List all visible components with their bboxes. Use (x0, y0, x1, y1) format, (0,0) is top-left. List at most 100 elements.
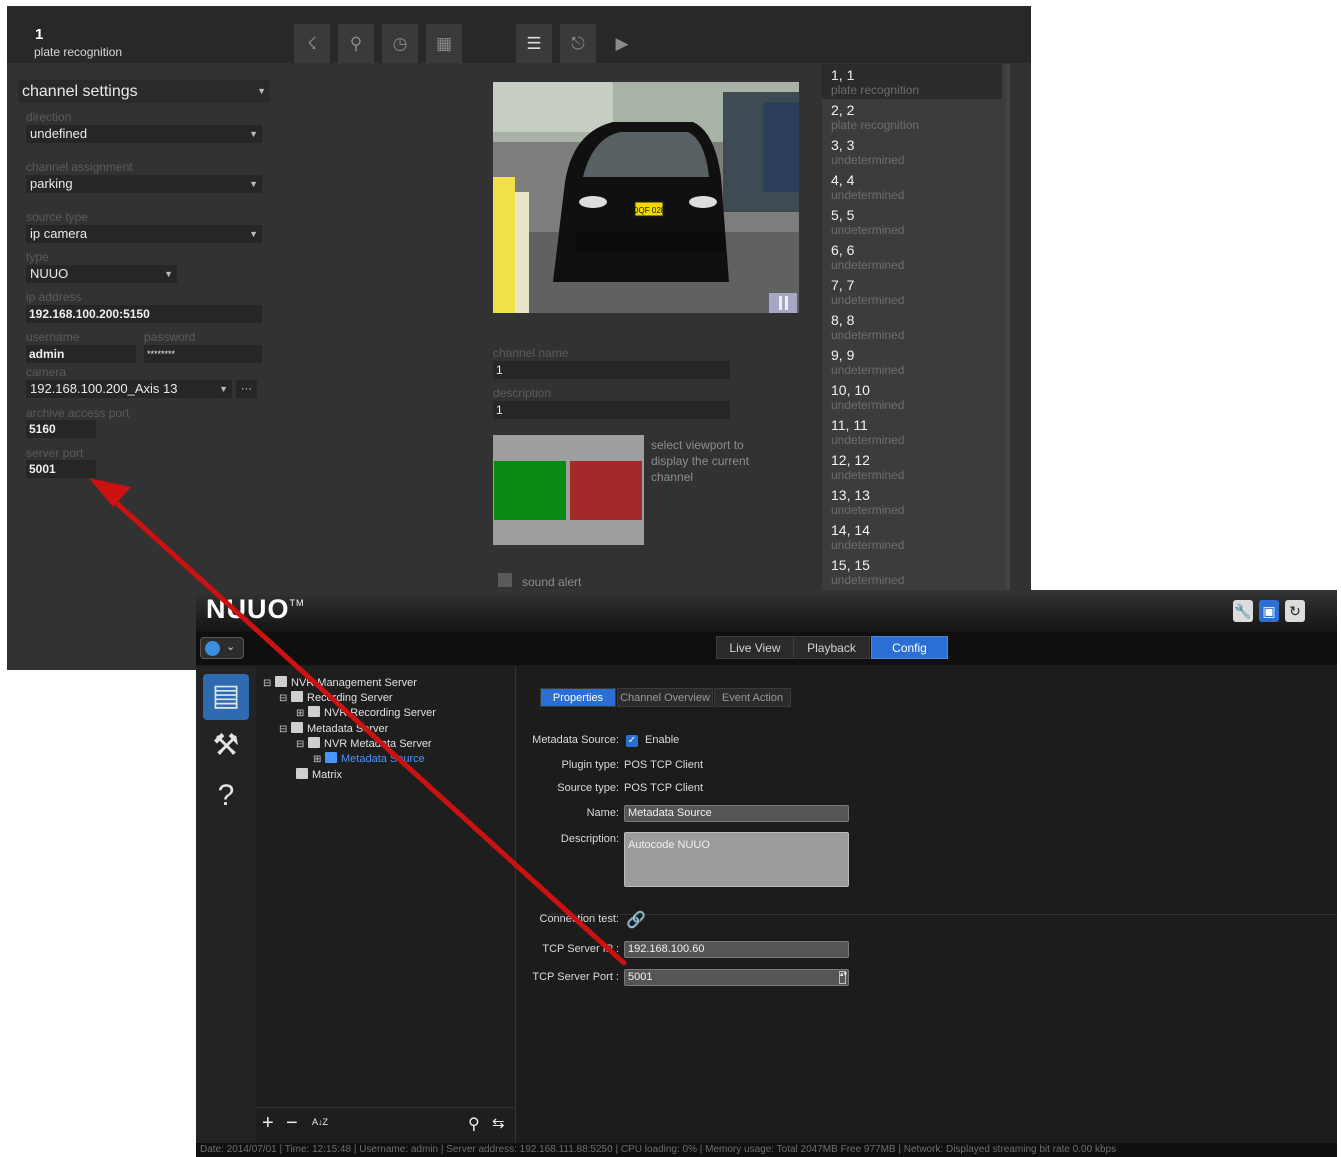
refresh-icon[interactable]: ↻ (1285, 600, 1305, 622)
search-icon[interactable]: ⚲ (468, 1114, 480, 1134)
channel-item-status: undetermined (831, 538, 905, 552)
help-icon[interactable]: ? (203, 774, 249, 820)
user-icon[interactable]: ☇ (294, 24, 330, 63)
channel-list-item[interactable]: 5, 5 undetermined (822, 204, 1002, 239)
ip-address-input[interactable]: 192.168.100.200:5150 (26, 305, 262, 323)
tcp-ip-input[interactable]: 192.168.100.60 (624, 941, 849, 958)
monitor-icon[interactable]: ▣ (1259, 600, 1279, 622)
channel-list-item[interactable]: 14, 14 undetermined (822, 519, 1002, 554)
camera-settings-icon[interactable]: ⎋ (560, 24, 596, 63)
channel-item-status: undetermined (831, 363, 905, 377)
play-icon[interactable]: ▶ (604, 24, 640, 63)
channel-item-title: 5, 5 (831, 207, 855, 223)
viewport-red[interactable] (570, 461, 642, 520)
viewport-selector (493, 435, 644, 545)
description-input[interactable]: 1 (493, 401, 730, 419)
properties-panel (517, 666, 1337, 1143)
tree-node-metadata-source[interactable]: ⊞ Metadata Source (313, 752, 425, 766)
add-icon[interactable]: + (262, 1112, 274, 1135)
channel-item-status: undetermined (831, 328, 905, 342)
section-dropdown[interactable]: channel settings ▼ (18, 80, 270, 103)
channel-list-item[interactable]: 3, 3 undetermined (822, 134, 1002, 169)
chevron-down-icon: ▼ (219, 384, 228, 394)
tab-event-action[interactable]: Event Action (714, 688, 791, 707)
channel-assignment-select[interactable]: parking ▼ (26, 175, 262, 193)
list-settings-icon[interactable]: ☰ (516, 24, 552, 63)
viewport-green[interactable] (494, 461, 566, 520)
grid-icon[interactable]: ▦ (426, 24, 462, 63)
channel-list-item[interactable]: 13, 13 undetermined (822, 484, 1002, 519)
channel-item-title: 11, 11 (831, 417, 868, 433)
server-config-icon[interactable]: ▤ (203, 674, 249, 720)
port-stepper[interactable]: ▴▾ (839, 971, 847, 984)
wrench-icon[interactable]: 🔧 (1233, 600, 1253, 622)
clock-icon[interactable]: ◷ (382, 24, 418, 63)
tcp-port-input[interactable]: 5001 ▴▾ (624, 969, 849, 986)
channel-list-item[interactable]: 7, 7 undetermined (822, 274, 1002, 309)
archive-port-input[interactable]: 5160 (26, 420, 96, 438)
server-icon (291, 691, 303, 702)
channel-list-item[interactable]: 6, 6 undetermined (822, 239, 1002, 274)
tab-playback[interactable]: Playback (793, 636, 870, 659)
tools-icon[interactable]: ⚒ (203, 724, 249, 770)
remove-icon[interactable]: − (286, 1112, 298, 1135)
channel-name-input[interactable]: 1 (493, 361, 730, 379)
key-icon[interactable]: ⚲ (338, 24, 374, 63)
ip-address-label: ip address (26, 290, 82, 304)
sort-filter-icon[interactable]: ⇆ (492, 1114, 505, 1132)
tab-channel-overview[interactable]: Channel Overview (617, 688, 713, 707)
channel-item-title: 15, 15 (831, 557, 870, 573)
camera-browse-button[interactable]: ··· (236, 380, 257, 398)
password-input[interactable]: ******** (144, 345, 262, 363)
channel-list-item[interactable]: 2, 2 plate recognition (822, 99, 1002, 134)
channel-list-item[interactable]: 8, 8 undetermined (822, 309, 1002, 344)
tree-node-nvr-recording-server[interactable]: ⊞ NVR Recording Server (296, 706, 436, 720)
status-bar: Date: 2014/07/01 | Time: 12:15:48 | User… (196, 1143, 1337, 1157)
name-input[interactable]: Metadata Source (624, 805, 849, 822)
channel-list-item[interactable]: 1, 1 plate recognition (822, 64, 1002, 99)
channel-list-item[interactable]: 9, 9 undetermined (822, 344, 1002, 379)
channel-name-label: channel name (493, 346, 569, 360)
username-input[interactable]: admin (26, 345, 136, 363)
tree-node-metadata-server[interactable]: ⊟ Metadata Server (279, 722, 388, 736)
channel-assignment-value: parking (30, 176, 73, 191)
channel-item-title: 13, 13 (831, 487, 870, 503)
sound-alert-checkbox[interactable] (498, 573, 512, 587)
channel-list-scrollbar[interactable] (1006, 64, 1010, 670)
chevron-down-icon: ▼ (249, 179, 258, 189)
enable-checkbox[interactable]: ✓ (626, 735, 638, 747)
type-select[interactable]: NUUO ▼ (26, 265, 177, 283)
tree-node-matrix[interactable]: Matrix (296, 768, 342, 782)
source-type-select[interactable]: ip camera ▼ (26, 225, 262, 243)
server-port-input[interactable]: 5001 (26, 460, 96, 478)
source-type-value: ip camera (30, 226, 88, 241)
collapse-icon: ⊟ (279, 693, 288, 704)
tree-label: Metadata Server (307, 723, 389, 735)
tcp-port-value: 5001 (628, 971, 653, 983)
channel-item-title: 7, 7 (831, 277, 855, 293)
channel-list-item[interactable]: 12, 12 undetermined (822, 449, 1002, 484)
tree-node-recording-server[interactable]: ⊟ Recording Server (279, 691, 393, 705)
sort-icon[interactable]: A↓Z (312, 1118, 328, 1127)
channel-list-item[interactable]: 15, 15 undetermined (822, 554, 1002, 589)
channel-list-item[interactable]: 11, 11 undetermined (822, 414, 1002, 449)
channel-list-item[interactable]: 4, 4 undetermined (822, 169, 1002, 204)
tree-node-management-server[interactable]: ⊟ NVR Management Server (263, 676, 417, 690)
tab-live-view[interactable]: Live View (716, 636, 794, 659)
camera-select[interactable]: 192.168.100.200_Axis 13 ▼ (26, 380, 232, 398)
link-icon[interactable]: 🔗 (626, 910, 646, 930)
description-textarea[interactable]: Autocode NUUO (624, 832, 849, 887)
metadata-source-label: Metadata Source: (532, 734, 619, 746)
channel-number: 1 (35, 26, 44, 43)
source-type-label: source type (26, 210, 89, 224)
chevron-down-icon: ▼ (249, 129, 258, 139)
tree-node-nvr-metadata-server[interactable]: ⊟ NVR Metadata Server (296, 737, 432, 751)
source-icon (325, 752, 337, 763)
direction-select[interactable]: undefined ▼ (26, 125, 262, 143)
channel-item-status: plate recognition (831, 118, 920, 132)
tab-config[interactable]: Config (871, 636, 948, 659)
channel-list-item[interactable]: 10, 10 undetermined (822, 379, 1002, 414)
camera-preview: DQF 028 (493, 82, 799, 313)
globe-menu-button[interactable]: ⌄ (200, 637, 244, 659)
tab-properties[interactable]: Properties (540, 688, 616, 707)
